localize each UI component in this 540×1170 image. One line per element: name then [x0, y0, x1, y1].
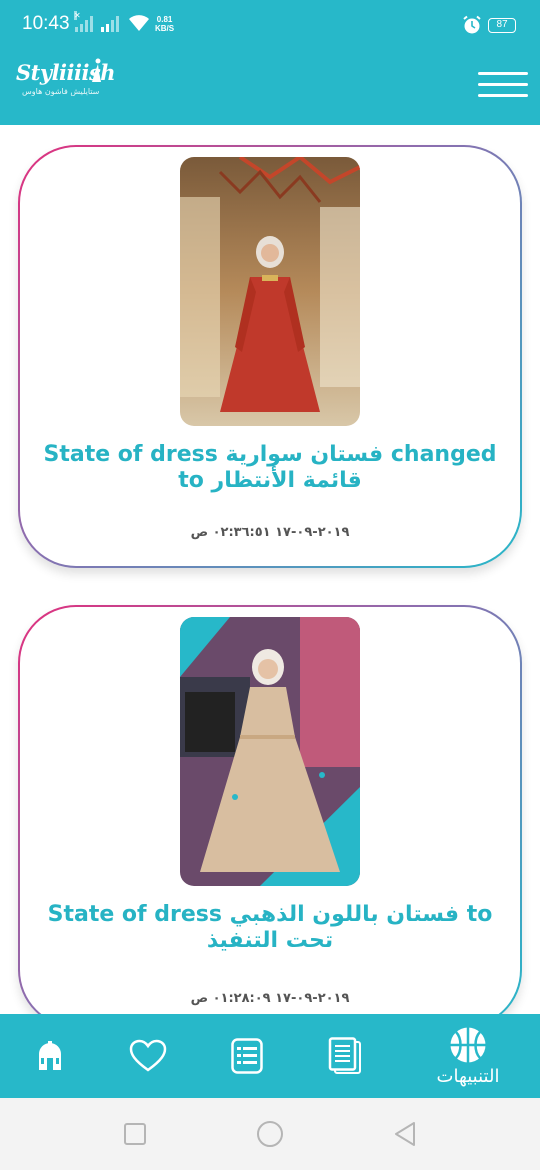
notification-title: State of dress فستان سوارية changed to ق… [43, 442, 497, 493]
notifications-list[interactable]: State of dress فستان سوارية changed to ق… [0, 125, 540, 1014]
nav-home[interactable] [25, 1014, 75, 1098]
signal-icon-2 [101, 15, 119, 32]
status-time: 10:43 [22, 13, 70, 34]
menu-bar [478, 83, 528, 86]
basketball-icon [450, 1027, 486, 1062]
menu-button[interactable] [478, 72, 528, 98]
documents-icon [328, 1037, 361, 1074]
wifi-icon [129, 15, 149, 31]
menu-bar [478, 72, 528, 75]
home-button-icon[interactable] [256, 1120, 284, 1148]
notification-card[interactable]: State of dress فستان باللون الذهبي to تح… [18, 605, 522, 1014]
signal-icon: ✕ [74, 11, 93, 32]
home-icon [39, 1041, 61, 1070]
notification-date: ٢٠١٩-٠٩-١٧ ٠٢:٣٦:٥١ ص [190, 525, 350, 540]
bottom-navigation: التنبيهات [0, 1014, 540, 1098]
notification-title: State of dress فستان باللون الذهبي to تح… [47, 902, 493, 953]
status-bar: 10:43 ✕ 0.81 KB/S 87 [0, 0, 540, 44]
alarm-icon [463, 15, 481, 34]
nav-notifications[interactable]: التنبيهات [416, 1014, 520, 1098]
logo-tagline: ستايليش فاشون هاوس [22, 87, 100, 96]
dress-image[interactable] [180, 157, 360, 426]
nav-favorites[interactable] [123, 1014, 173, 1098]
list-icon [231, 1038, 263, 1074]
nav-list[interactable] [222, 1014, 272, 1098]
app-logo[interactable]: Styliiiish ستايليش فاشون هاوس [16, 58, 116, 108]
heart-icon [129, 1039, 167, 1072]
nav-documents[interactable] [320, 1014, 370, 1098]
network-speed: 0.81 KB/S [155, 15, 175, 33]
back-icon[interactable] [392, 1120, 418, 1148]
system-navigation-bar [0, 1098, 540, 1170]
app-bar: Styliiiish ستايليش فاشون هاوس [0, 44, 540, 125]
logo-figure-icon [92, 58, 101, 82]
menu-bar [478, 94, 528, 97]
nav-notifications-label: التنبيهات [436, 1065, 500, 1087]
notification-card[interactable]: State of dress فستان سوارية changed to ق… [18, 145, 522, 568]
recents-icon[interactable] [123, 1122, 147, 1146]
battery-icon: 87 [488, 18, 516, 33]
dress-image[interactable] [180, 617, 360, 886]
notification-date: ٢٠١٩-٠٩-١٧ ٠١:٢٨:٠٩ ص [190, 991, 350, 1006]
